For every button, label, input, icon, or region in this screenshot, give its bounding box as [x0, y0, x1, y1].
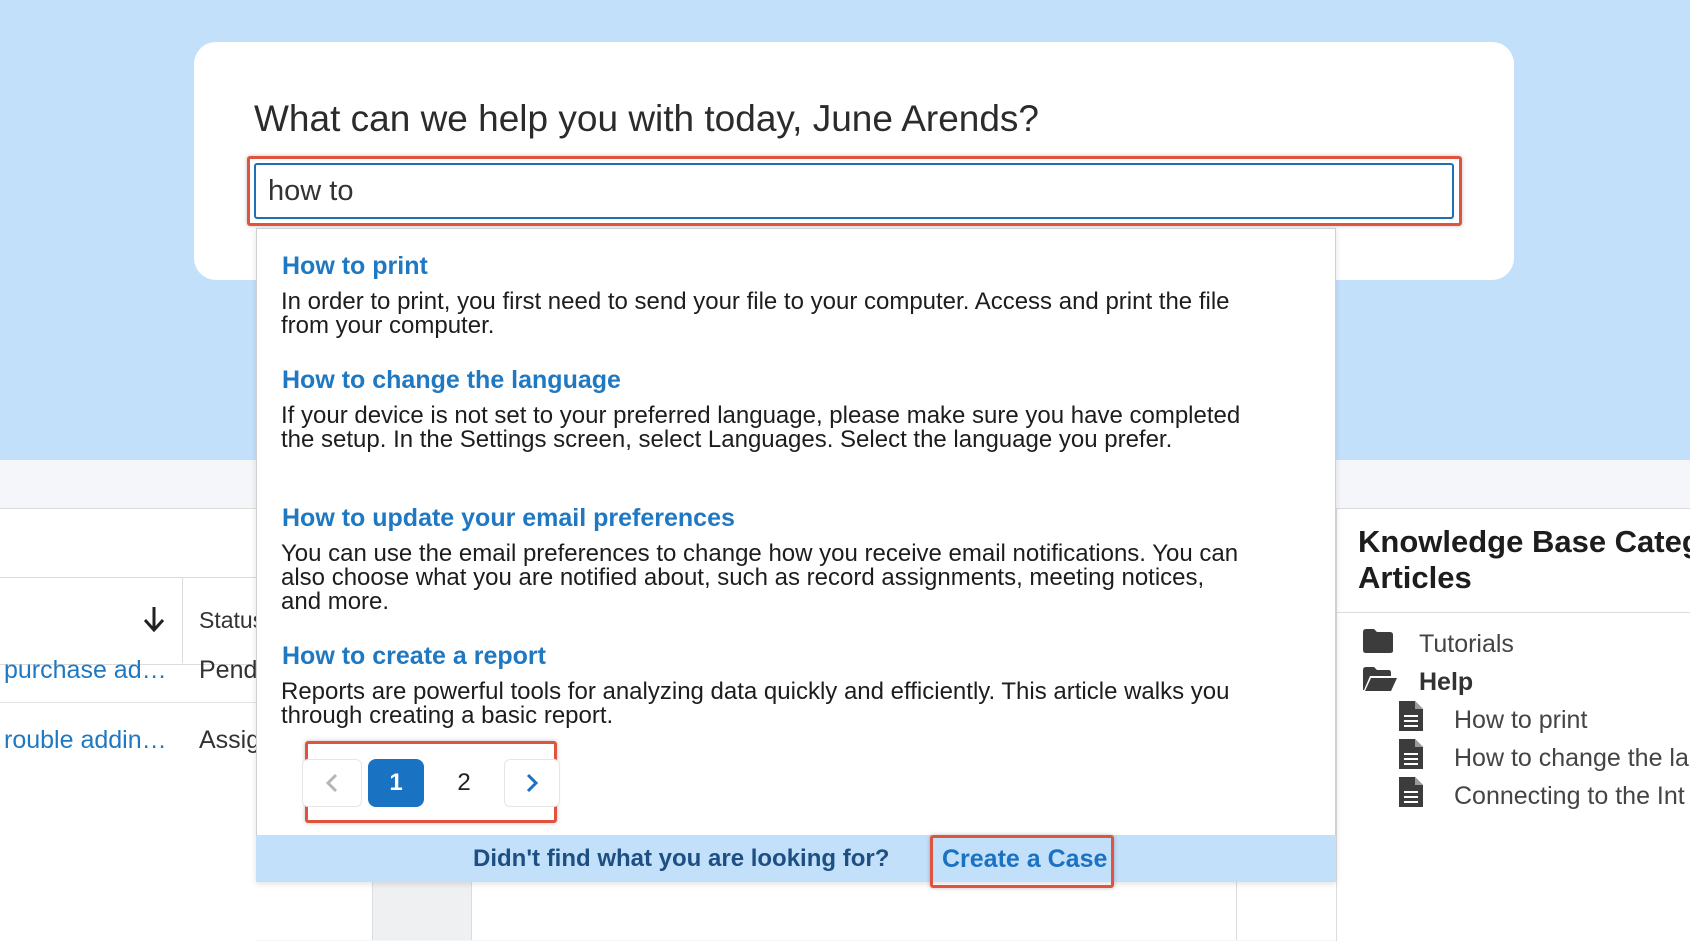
- kb-panel-title: Knowledge Base Catego Articles: [1358, 524, 1690, 596]
- row-divider: [0, 702, 256, 703]
- folder-open-icon: [1363, 667, 1397, 691]
- background-column: [372, 880, 472, 940]
- kb-tree-item-article[interactable]: Connecting to the Int: [1454, 782, 1685, 811]
- result-description: If your device is not set to your prefer…: [281, 402, 1241, 453]
- kb-panel-divider: [1336, 612, 1690, 613]
- pagination-prev-button[interactable]: [302, 759, 362, 807]
- greeting-heading: What can we help you with today, June Ar…: [254, 98, 1040, 139]
- result-description: In order to print, you first need to sen…: [281, 288, 1230, 339]
- table-row-status: Pend: [199, 656, 258, 684]
- result-title-link[interactable]: How to create a report: [282, 642, 546, 671]
- pagination-page-button[interactable]: 1: [368, 759, 424, 807]
- kb-title-line: Knowledge Base Catego: [1358, 524, 1690, 559]
- kb-tree-item-article[interactable]: How to change the la: [1454, 744, 1689, 773]
- kb-tree-item-article[interactable]: How to print: [1454, 706, 1587, 735]
- document-icon: [1399, 777, 1423, 807]
- chevron-left-icon: [325, 773, 338, 793]
- sort-down-arrow-icon[interactable]: [140, 604, 168, 634]
- folder-icon: [1363, 629, 1393, 653]
- result-title-link[interactable]: How to change the language: [282, 366, 621, 395]
- not-found-prompt: Didn't find what you are looking for?: [473, 845, 890, 872]
- status-column-header[interactable]: Status: [199, 607, 264, 634]
- kb-tree-item-tutorials[interactable]: Tutorials: [1419, 630, 1514, 659]
- result-description: You can use the email preferences to cha…: [281, 540, 1239, 615]
- document-icon: [1399, 701, 1423, 731]
- create-case-link[interactable]: Create a Case: [942, 845, 1107, 874]
- table-row-subject-link[interactable]: purchase ad…: [4, 656, 167, 685]
- result-title-link[interactable]: How to print: [282, 252, 428, 281]
- pagination-next-button[interactable]: [504, 759, 560, 807]
- background-divider: [1236, 880, 1237, 940]
- cases-table-panel: [0, 508, 256, 941]
- result-title-link[interactable]: How to update your email preferences: [282, 504, 735, 533]
- document-icon: [1399, 739, 1423, 769]
- chevron-right-icon: [526, 773, 539, 793]
- pagination-page-button[interactable]: 2: [436, 759, 492, 807]
- column-divider: [182, 577, 183, 663]
- table-row-status: Assig: [199, 726, 261, 754]
- kb-title-line: Articles: [1358, 560, 1472, 595]
- search-input[interactable]: [254, 163, 1454, 219]
- result-description: Reports are powerful tools for analyzing…: [281, 678, 1230, 729]
- kb-tree-item-help[interactable]: Help: [1419, 668, 1473, 697]
- table-row-subject-link[interactable]: rouble addin…: [4, 726, 167, 755]
